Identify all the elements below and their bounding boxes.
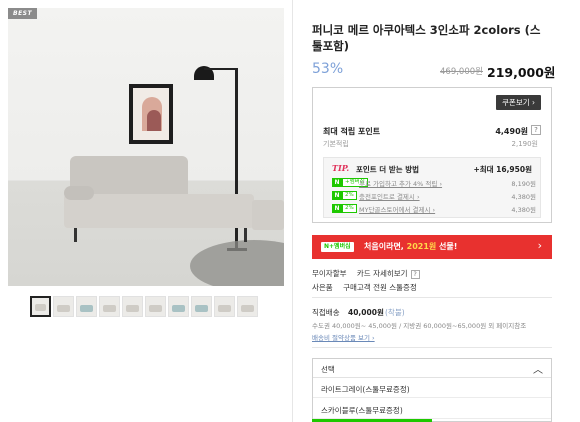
tip-title: 포인트 더 받는 방법 (356, 165, 420, 174)
shipping-saving-link[interactable]: 배송비 절약상품 보기 › (312, 332, 375, 342)
help-icon[interactable]: ? (410, 269, 420, 279)
base-point-label: 기본적립 (323, 140, 349, 148)
section-divider (312, 347, 552, 348)
best-badge: BEST (8, 8, 38, 19)
thumbnail-10[interactable] (237, 296, 258, 317)
gift-label: 사은품 (312, 283, 333, 292)
option-item[interactable]: 라이트그레이(스툴무료증정) (313, 378, 551, 398)
tip-row[interactable]: N 2% MY단골스토어에서 결제시 › 4,380원 (332, 204, 536, 214)
chevron-right-icon: › (537, 239, 542, 252)
card-detail-link[interactable]: 카드 자세히보기 (357, 269, 408, 278)
thumbnail-8[interactable] (191, 296, 212, 317)
tip-row-text[interactable]: 무료 가입하고 추가 4% 적립 › (359, 178, 442, 188)
original-price: 469,000원 (440, 67, 483, 77)
percent-badge: 2% (342, 191, 357, 200)
gift-row: 사은품 구매고객 전원 스툴증정 (312, 282, 417, 293)
naver-membership-badge: N+멤버십 (321, 242, 354, 252)
tip-row[interactable]: N 2% 충전포인트로 결제시 › 4,380원 (332, 191, 536, 201)
help-icon[interactable]: ? (531, 125, 541, 135)
tip-row-text[interactable]: MY단골스토어에서 결제시 › (359, 204, 435, 214)
max-point-value: 4,490원 (495, 127, 528, 136)
thumbnail-strip (30, 296, 258, 317)
gift-text: 구매고객 전원 스툴증정 (343, 283, 417, 292)
option-item[interactable]: 스카이블루(스툴무료증정) (313, 399, 551, 419)
tip-row-amount: 8,190원 (511, 180, 536, 188)
tip-max-value: +최대 16,950원 (473, 165, 532, 174)
sofa-leg (74, 228, 77, 242)
installment-label: 무이자할부 (312, 269, 347, 278)
first-banner-text: 처음이라면, 2021원 선물! (364, 242, 458, 251)
option-select-header[interactable]: 선택 ︿ (313, 359, 551, 378)
shipping-label: 직접배송 (312, 308, 340, 317)
main-product-image[interactable]: BEST (8, 8, 284, 286)
coupon-button[interactable]: 쿠폰보기 › (496, 95, 541, 110)
base-point-value: 2,190원 (511, 140, 538, 148)
installment-row: 무이자할부 카드 자세히보기? (312, 268, 420, 279)
option-item-label: 라이트그레이(스툴무료증정) (321, 385, 410, 394)
product-title: 퍼니코 메르 아쿠아텍스 3인소파 2colors (스툴포함) (312, 23, 541, 53)
discount-rate: 53% (312, 61, 344, 77)
naver-n-icon: N (332, 178, 342, 187)
naver-n-icon: N (332, 191, 342, 200)
point-benefits-box: 쿠폰보기 › 최대 적립 포인트 4,490원 ? 기본적립 2,190원 TI… (312, 87, 552, 223)
thumbnail-9[interactable] (214, 296, 235, 317)
option-select[interactable]: 선택 ︿ 라이트그레이(스툴무료증정) 스카이블루(스툴무료증정) (312, 358, 552, 422)
thumbnail-4[interactable] (99, 296, 120, 317)
floor-lamp-arm (204, 68, 238, 70)
sale-price: 219,000원 (487, 65, 556, 80)
thumbnail-6[interactable] (145, 296, 166, 317)
sofa-armrest (64, 186, 94, 200)
wall-art-decor (129, 84, 173, 144)
thumbnail-1[interactable] (30, 296, 51, 317)
chevron-up-icon: ︿ (533, 365, 543, 376)
shipping-detail: 수도권 40,000원~ 45,000원 / 지방권 60,000원~65,00… (312, 322, 527, 330)
point-tip-box: TIP. 포인트 더 받는 방법 +최대 16,950원 N +멤버십 무료 가… (323, 157, 541, 218)
section-divider (312, 297, 552, 298)
thumbnail-5[interactable] (122, 296, 143, 317)
tip-row-text[interactable]: 충전포인트로 결제시 › (359, 191, 420, 201)
tip-tag: TIP. (332, 163, 350, 173)
percent-badge: 2% (342, 204, 357, 213)
first-banner-highlight: 2021원 (406, 242, 437, 251)
option-item-label: 스카이블루(스툴무료증정) (321, 406, 403, 415)
thumbnail-2[interactable] (53, 296, 74, 317)
sofa-seat (64, 194, 254, 228)
naver-n-icon: N (332, 204, 342, 213)
thumbnail-3[interactable] (76, 296, 97, 317)
thumbnail-7[interactable] (168, 296, 189, 317)
shipping-fee: 40,000원 (348, 308, 384, 317)
first-purchase-banner[interactable]: N+멤버십 처음이라면, 2021원 선물! › (312, 235, 552, 259)
tip-row-amount: 4,380원 (511, 206, 536, 214)
tip-row-amount: 4,380원 (511, 193, 536, 201)
sofa-stool (252, 200, 284, 230)
option-select-placeholder: 선택 (321, 365, 335, 374)
product-gallery: BEST (0, 0, 292, 422)
round-rug (190, 240, 284, 286)
max-point-label: 최대 적립 포인트 (323, 127, 381, 136)
tip-row[interactable]: N +멤버십 무료 가입하고 추가 4% 적립 › 8,190원 (332, 178, 536, 188)
shipping-note: (착불) (385, 308, 405, 317)
divider (292, 0, 293, 422)
sofa-leg (244, 228, 247, 242)
